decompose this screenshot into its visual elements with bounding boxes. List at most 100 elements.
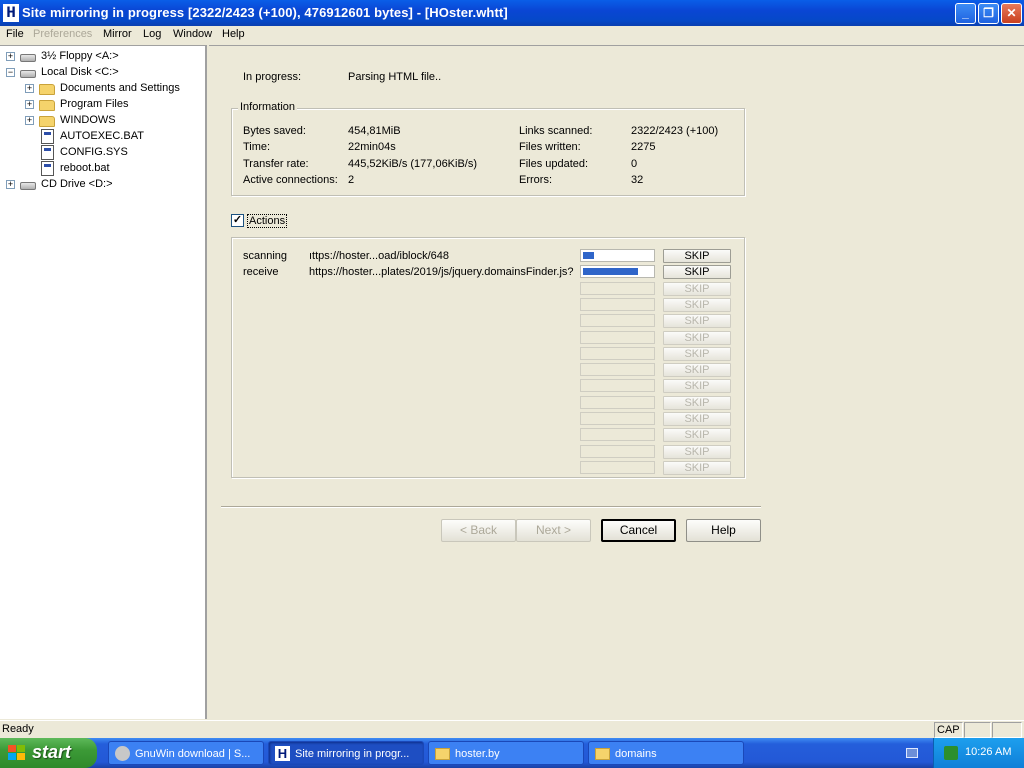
system-tray: 10:26 AM [933,738,1024,768]
network-icon[interactable] [944,746,958,760]
taskbar-item-label: GnuWin download | S... [135,748,251,760]
skip-button[interactable]: SKIP [663,298,731,312]
batch-file-icon [41,129,54,144]
bytes-saved-label: Bytes saved: [243,125,306,137]
skip-button[interactable]: SKIP [663,347,731,361]
taskbar-item-label: Site mirroring in progr... [295,748,410,760]
expand-icon[interactable]: + [6,180,15,189]
next-button[interactable]: Next > [516,519,591,542]
folder-icon [39,100,55,111]
files-updated-label: Files updated: [519,158,589,170]
start-label: start [32,742,72,762]
clock: 10:26 AM [965,746,1012,758]
skip-button[interactable]: SKIP [663,265,731,279]
menu-preferences[interactable]: Preferences [33,28,92,40]
progress-fill [583,252,594,259]
back-button[interactable]: < Back [441,519,516,542]
action-url: https://hoster...plates/2019/js/jquery.d… [309,266,574,278]
skip-button[interactable]: SKIP [663,396,731,410]
action-progress-bar [580,249,655,262]
scroll-indicator [992,722,1022,738]
skip-button[interactable]: SKIP [663,249,731,263]
folder-icon [39,84,55,95]
taskbar-item-domains[interactable]: domains [588,741,744,765]
menu-file[interactable]: File [6,28,24,40]
bytes-saved-value: 454,81MiB [348,125,401,137]
links-scanned-label: Links scanned: [519,125,593,137]
title-bar[interactable]: H Site mirroring in progress [2322/2423 … [0,0,1024,26]
taskbar-item-label: hoster.by [455,748,500,760]
tree-item-label: AUTOEXEC.BAT [60,130,144,142]
actions-checkbox[interactable]: ✓ [231,214,244,227]
tree-item-label: CONFIG.SYS [60,146,128,158]
action-progress-bar [580,347,655,360]
batch-file-icon [41,161,54,176]
menu-bar: File Preferences Mirror Log Window Help [0,26,1024,44]
menu-mirror[interactable]: Mirror [103,28,132,40]
skip-button[interactable]: SKIP [663,363,731,377]
taskbar-item-hoster[interactable]: hoster.by [428,741,584,765]
folder-icon [595,748,610,760]
menu-help[interactable]: Help [222,28,245,40]
transfer-rate-label: Transfer rate: [243,158,309,170]
keyboard-icon[interactable] [906,748,918,758]
action-status: receive [243,266,279,278]
menu-log[interactable]: Log [143,28,161,40]
folder-icon [435,748,450,760]
actions-label[interactable]: Actions [247,214,288,228]
system-file-icon [41,145,54,160]
skip-button[interactable]: SKIP [663,282,731,296]
action-progress-bar [580,265,655,278]
action-status: scanning [243,250,288,262]
links-scanned-value: 2322/2423 (+100) [631,125,719,137]
taskbar-item-httrack[interactable]: H Site mirroring in progr... [268,741,424,765]
folder-tree[interactable]: + 3½ Floppy <A:> − Local Disk <C:> + Doc… [0,45,207,719]
transfer-rate-value: 445,52KiB/s (177,06KiB/s) [348,158,478,170]
files-written-label: Files written: [519,141,581,153]
cancel-button[interactable]: Cancel [601,519,676,542]
expand-icon[interactable]: + [6,52,15,61]
num-indicator [964,722,991,738]
action-progress-bar [580,379,655,392]
restore-button[interactable]: ❐ [978,3,999,24]
errors-label: Errors: [519,174,552,186]
skip-button[interactable]: SKIP [663,428,731,442]
tree-item-label: Documents and Settings [60,82,180,94]
time-label: Time: [243,141,271,153]
menu-window[interactable]: Window [173,28,212,40]
skip-button[interactable]: SKIP [663,445,731,459]
help-button[interactable]: Help [686,519,761,542]
tree-item-label: WINDOWS [60,114,116,126]
skip-button[interactable]: SKIP [663,412,731,426]
time-value: 22min04s [348,141,396,153]
httrack-icon: H [275,746,290,761]
expand-icon[interactable]: + [25,100,34,109]
expand-icon[interactable]: + [25,84,34,93]
expand-icon[interactable]: + [25,116,34,125]
collapse-icon[interactable]: − [6,68,15,77]
status-text: Ready [2,723,34,735]
minimize-button[interactable]: _ [955,3,976,24]
action-progress-bar [580,461,655,474]
action-progress-bar [580,412,655,425]
taskbar-item-browser[interactable]: GnuWin download | S... [108,741,264,765]
files-updated-value: 0 [631,158,638,170]
caps-indicator: CAP [934,722,963,738]
skip-button[interactable]: SKIP [663,314,731,328]
skip-button[interactable]: SKIP [663,461,731,475]
action-progress-bar [580,298,655,311]
close-button[interactable]: ✕ [1001,3,1022,24]
action-progress-bar [580,445,655,458]
skip-button[interactable]: SKIP [663,331,731,345]
floppy-icon [20,54,36,62]
start-button[interactable]: start [0,738,97,768]
skip-button[interactable]: SKIP [663,379,731,393]
tree-item-label: reboot.bat [60,162,110,174]
taskbar: start GnuWin download | S... H Site mirr… [0,738,1024,768]
folder-icon [39,116,55,127]
files-written-value: 2275 [631,141,656,153]
tree-item-label: Program Files [60,98,129,110]
action-progress-bar [580,314,655,327]
action-progress-bar [580,331,655,344]
separator [221,506,761,508]
